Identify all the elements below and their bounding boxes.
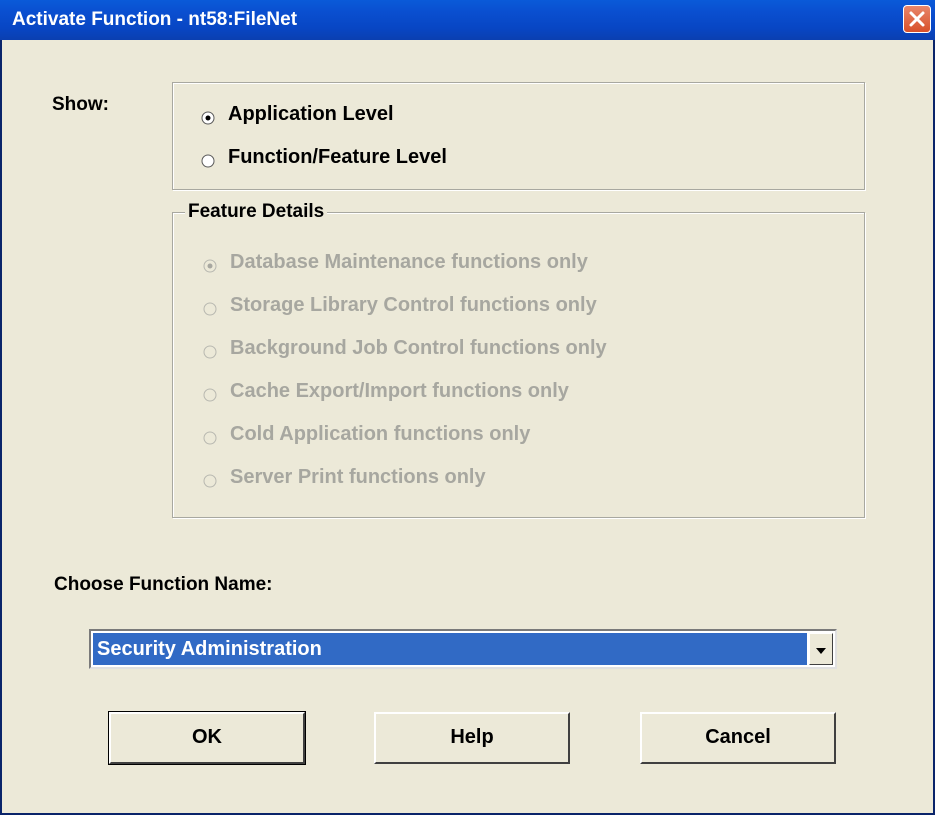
function-name-dropdown[interactable]: Security Administration	[89, 629, 837, 669]
radio-label: Database Maintenance functions only	[230, 251, 588, 273]
radio-storage-library[interactable]: Storage Library Control functions only	[203, 294, 597, 317]
radio-label: Background Job Control functions only	[230, 337, 607, 359]
ok-button[interactable]: OK	[108, 711, 306, 765]
cancel-button[interactable]: Cancel	[640, 712, 836, 764]
radio-label: Application Level	[228, 103, 394, 125]
title-bar[interactable]: Activate Function - nt58:FileNet	[0, 0, 935, 40]
dialog-window: Activate Function - nt58:FileNet Show: A…	[0, 0, 935, 815]
radio-selected-icon	[201, 108, 215, 124]
close-icon	[909, 11, 925, 27]
radio-unselected-icon	[203, 428, 217, 444]
close-button[interactable]	[903, 5, 931, 33]
function-name-value: Security Administration	[93, 633, 807, 665]
radio-label: Storage Library Control functions only	[230, 294, 597, 316]
radio-server-print[interactable]: Server Print functions only	[203, 466, 486, 489]
radio-selected-icon	[203, 256, 217, 272]
radio-unselected-icon	[203, 342, 217, 358]
radio-unselected-icon	[203, 299, 217, 315]
radio-label: Cache Export/Import functions only	[230, 380, 569, 402]
show-group: Application Level Function/Feature Level	[172, 82, 865, 190]
radio-unselected-icon	[201, 151, 215, 167]
radio-function-feature-level[interactable]: Function/Feature Level	[201, 146, 447, 169]
window-title: Activate Function - nt58:FileNet	[12, 9, 298, 30]
function-name-label: Choose Function Name:	[54, 574, 273, 595]
radio-label: Server Print functions only	[230, 466, 486, 488]
dropdown-arrow-button[interactable]	[809, 633, 833, 665]
radio-label: Cold Application functions only	[230, 423, 531, 445]
radio-cold-application[interactable]: Cold Application functions only	[203, 423, 530, 446]
feature-details-legend: Feature Details	[185, 201, 328, 223]
help-button[interactable]: Help	[374, 712, 570, 764]
radio-unselected-icon	[203, 385, 217, 401]
radio-label: Function/Feature Level	[228, 146, 447, 168]
radio-background-job[interactable]: Background Job Control functions only	[203, 337, 607, 360]
radio-application-level[interactable]: Application Level	[201, 103, 394, 126]
chevron-down-icon	[816, 648, 826, 654]
show-label: Show:	[52, 94, 109, 115]
radio-unselected-icon	[203, 471, 217, 487]
feature-details-group: Feature Details Database Maintenance fun…	[172, 201, 865, 518]
radio-database-maintenance[interactable]: Database Maintenance functions only	[203, 251, 588, 274]
radio-cache-export-import[interactable]: Cache Export/Import functions only	[203, 380, 569, 403]
